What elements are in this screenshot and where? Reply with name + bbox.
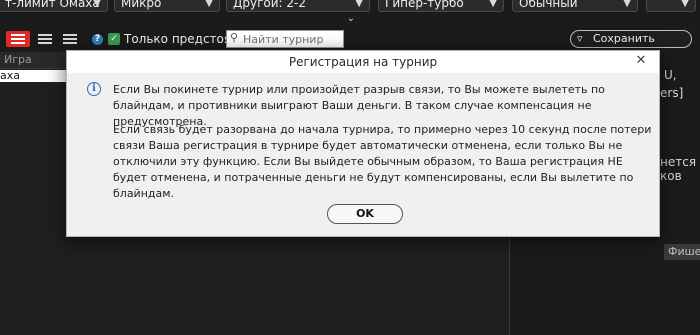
table-row[interactable]: аха [0,69,66,82]
extra-dropdown[interactable]: ▼ [646,0,696,12]
speed-value: Гипер-турбо [385,0,464,10]
column-header-game[interactable]: Игра [4,53,32,66]
expand-filters-chevron-icon[interactable]: ⌄ [342,14,360,24]
close-icon[interactable]: ✕ [633,53,649,69]
stakes-value: Микро [121,0,162,10]
dialog-title-bar: Регистрация на турнир ✕ [67,51,659,73]
compact-view-icon [38,34,52,44]
speed-dropdown[interactable]: Гипер-турбо ▼ [378,0,504,12]
registration-dialog: Регистрация на турнир ✕ i Если Вы покине… [66,50,660,237]
search-input[interactable] [243,31,341,47]
help-icon[interactable]: ? [92,34,103,45]
stakes-dropdown[interactable]: Микро ▼ [114,0,220,12]
dialog-message-2: Если связь будет разорвана до начала тур… [113,123,652,200]
chevron-down-icon: ▼ [93,0,101,9]
compact-view-button[interactable] [33,31,57,47]
chevron-down-icon: ▼ [489,0,497,9]
list-view-button[interactable] [6,31,30,47]
table-size-value: Другой: 2-2 [233,0,306,10]
ok-button[interactable]: OK [327,204,403,224]
filter-row: т-лимит Омаха ▼ Микро ▼ Другой: 2-2 ▼ Ги… [0,0,700,14]
grid-view-button[interactable] [58,31,82,47]
game-type-dropdown[interactable]: т-лимит Омаха ▼ [0,0,108,12]
side-text-fragment: ков [660,169,682,183]
format-value: Обычный [519,0,578,10]
chips-tab-label: Фишек [668,245,700,258]
tournament-search[interactable]: ⚲ [226,30,344,48]
grid-view-icon [63,34,77,44]
chevron-down-icon: ▼ [355,0,363,9]
table-cell-game: аха [0,69,20,82]
chips-tab[interactable]: Фишек [664,244,700,260]
chevron-down-icon: ▼ [681,0,689,9]
side-text-fragment: нется [660,155,697,169]
chevron-down-icon: ▼ [623,0,631,9]
toolbar: ? ✓ Только предстоящие ⚲ ▿ Сохранить фил… [0,28,700,61]
game-type-value: т-лимит Омаха [5,0,100,10]
table-size-dropdown[interactable]: Другой: 2-2 ▼ [226,0,370,12]
side-text-fragment: U, [664,68,677,82]
chevron-down-icon: ▼ [205,0,213,9]
side-text-fragment: ers] [660,86,684,100]
list-view-icon [11,34,25,44]
format-dropdown[interactable]: Обычный ▼ [512,0,638,12]
save-filter-button[interactable]: ▿ Сохранить фильтр [570,30,692,61]
dialog-title: Регистрация на турнир [288,55,438,69]
search-icon: ⚲ [230,31,239,44]
upcoming-only-checkbox[interactable]: ✓ [108,33,120,45]
filter-funnel-icon: ▿ [577,32,583,45]
info-icon: i [87,82,101,96]
